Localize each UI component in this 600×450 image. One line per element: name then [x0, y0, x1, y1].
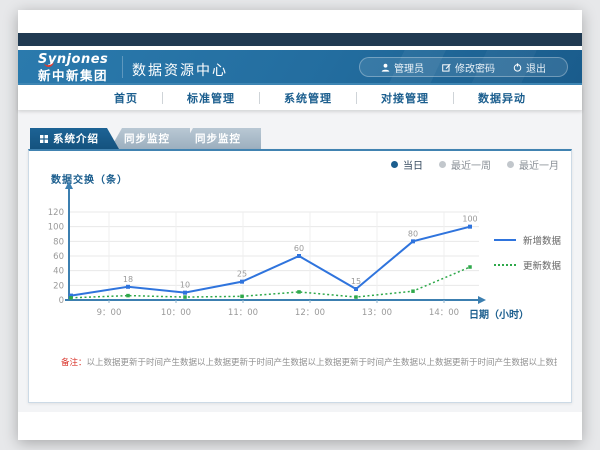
tab-sync-monitor-2[interactable]: 同步监控 — [181, 128, 261, 149]
tab-sync-monitor-1[interactable]: 同步监控 — [110, 128, 190, 149]
page-title: 数据资源中心 — [132, 60, 228, 80]
data-point — [69, 296, 73, 300]
nav-item-data-change[interactable]: 数据异动 — [454, 90, 550, 106]
y-tick-label: 100 — [48, 223, 64, 233]
person-icon — [381, 63, 390, 72]
dotted-line-icon — [494, 264, 516, 266]
data-point — [297, 254, 301, 258]
solid-line-icon — [494, 239, 516, 241]
data-point-label: 10 — [180, 281, 190, 290]
nav-item-interface-mgmt[interactable]: 对接管理 — [357, 90, 453, 106]
chart-panel: 当日 最近一周 最近一月 数据交换（条） 0204060801001209：00… — [28, 149, 572, 403]
x-tick-label: 13：00 — [362, 308, 392, 318]
nav-item-home[interactable]: 首页 — [90, 90, 162, 106]
data-point — [297, 290, 301, 294]
data-point — [468, 225, 472, 229]
content-area: 系统介绍 同步监控 同步监控 当日 最近一周 — [18, 110, 582, 412]
main-nav: 首页 标准管理 系统管理 对接管理 数据异动 — [18, 85, 582, 110]
tab-bar: 系统介绍 同步监控 同步监控 — [30, 128, 261, 149]
user-menu-change-password[interactable]: 修改密码 — [433, 60, 504, 75]
y-tick-label: 80 — [53, 237, 64, 247]
x-tick-label: 12：00 — [295, 308, 325, 318]
footnote-text: 以上数据更新于时间产生数据以上数据更新于时间产生数据以上数据更新于时间产生数据以… — [87, 358, 557, 368]
x-tick-label: 10：00 — [161, 308, 191, 318]
nav-item-system-mgmt[interactable]: 系统管理 — [260, 90, 356, 106]
y-tick-label: 20 — [53, 281, 64, 291]
footnote-label: 备注： — [61, 358, 87, 368]
titlebar — [18, 33, 582, 46]
app-window: Synjones 新中新集团 数据资源中心 管理员 修改密码 — [18, 10, 582, 440]
nav-item-standard-mgmt[interactable]: 标准管理 — [163, 90, 259, 106]
logo-brand: Synjones — [38, 53, 108, 67]
data-point-label: 100 — [462, 215, 477, 224]
tab-system-intro[interactable]: 系统介绍 — [30, 128, 119, 149]
axes: 0 20 40 60 80 100 120 9：00 10：00 11：00 12：00 13：00 1… — [48, 181, 486, 318]
data-point-label: 25 — [237, 270, 247, 279]
data-point-label: 15 — [351, 277, 361, 286]
logo-company: 新中新集团 — [38, 69, 108, 82]
power-icon — [513, 63, 522, 72]
data-point — [468, 265, 472, 269]
line-chart: 0 20 40 60 80 100 120 9：00 10：00 11：00 12：00 13：00 1… — [29, 151, 571, 351]
data-point-label: 60 — [294, 244, 304, 253]
y-tick-label: 120 — [48, 208, 64, 218]
grid-icon — [40, 135, 48, 143]
data-point — [354, 295, 358, 299]
data-point — [183, 291, 187, 295]
y-tick-label: 40 — [53, 267, 64, 277]
user-menu-admin[interactable]: 管理员 — [372, 60, 433, 75]
legend-item-new-data[interactable]: 新增数据 — [494, 233, 561, 247]
data-point — [411, 239, 415, 243]
data-point — [240, 280, 244, 284]
data-point — [126, 294, 130, 298]
y-tick-label: 0 — [59, 296, 64, 306]
header-divider — [122, 56, 123, 78]
data-point — [126, 285, 130, 289]
window-footer — [18, 412, 582, 440]
data-point — [240, 295, 244, 299]
user-menu-logout[interactable]: 退出 — [504, 60, 555, 75]
logo: Synjones 新中新集团 — [38, 53, 108, 82]
edit-icon — [442, 63, 451, 72]
data-point-label: 18 — [123, 275, 133, 284]
footnote: 备注：以上数据更新于时间产生数据以上数据更新于时间产生数据以上数据更新于时间产生… — [61, 356, 557, 368]
data-point — [183, 295, 187, 299]
data-point — [354, 287, 358, 291]
data-point-label: 80 — [408, 229, 418, 238]
x-axis-title: 日期（小时） — [469, 306, 529, 321]
x-tick-label: 9：00 — [97, 308, 122, 318]
chart-legend: 新增数据 更新数据 — [494, 233, 561, 272]
x-tick-label: 14：00 — [429, 308, 459, 318]
user-menu: 管理员 修改密码 退出 — [359, 57, 568, 77]
data-point — [411, 289, 415, 293]
y-tick-label: 60 — [53, 252, 64, 262]
x-tick-label: 11：00 — [228, 308, 258, 318]
legend-item-update-data[interactable]: 更新数据 — [494, 258, 561, 272]
header: Synjones 新中新集团 数据资源中心 管理员 修改密码 — [18, 50, 582, 85]
